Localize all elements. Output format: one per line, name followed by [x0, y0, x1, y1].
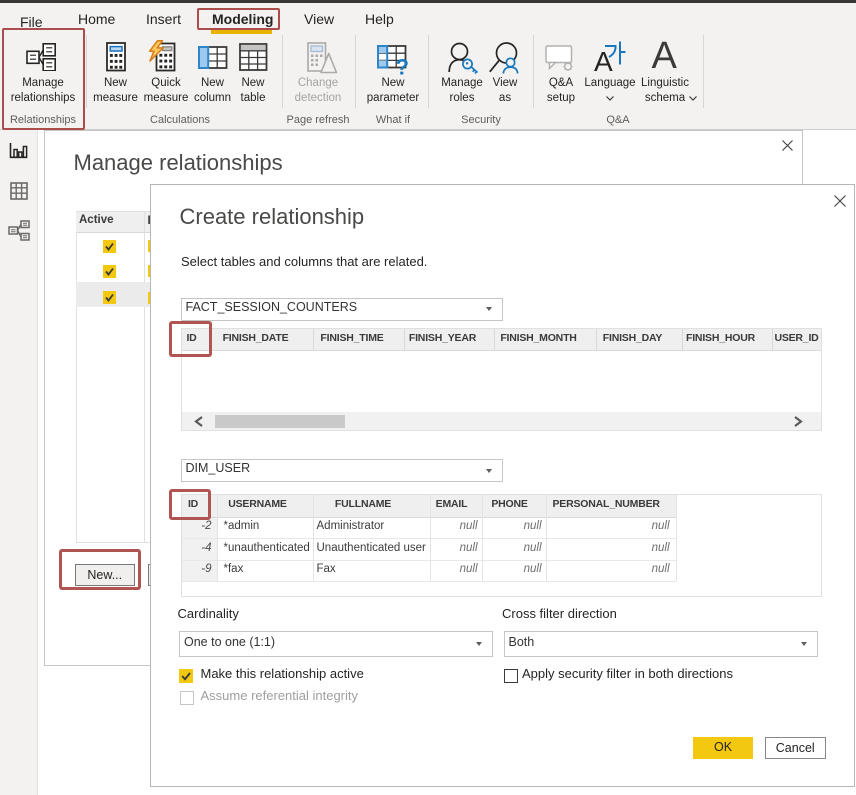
svg-text:?: ? — [396, 55, 409, 76]
